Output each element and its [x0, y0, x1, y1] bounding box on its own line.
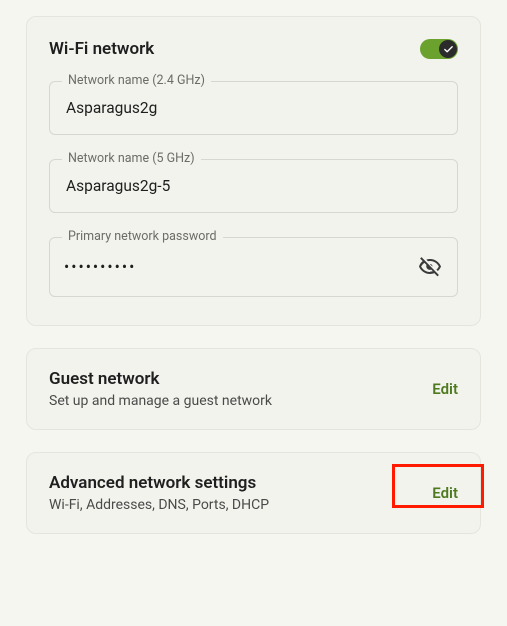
field-label: Primary network password [62, 229, 223, 244]
network-name-24-field[interactable]: Network name (2.4 GHz) [49, 81, 458, 135]
wifi-card-title: Wi-Fi network [49, 39, 154, 59]
guest-card-title: Guest network [49, 369, 272, 389]
advanced-settings-card: Advanced network settings Wi-Fi, Address… [26, 452, 481, 534]
wifi-network-card: Wi-Fi network Network name (2.4 GHz) Net… [26, 16, 481, 326]
network-name-5-field[interactable]: Network name (5 GHz) [49, 159, 458, 213]
check-icon [439, 40, 457, 58]
primary-password-field[interactable]: Primary network password •••••••••• [49, 237, 458, 297]
network-name-24-input[interactable] [64, 98, 443, 118]
visibility-off-icon[interactable] [417, 254, 443, 280]
field-label: Network name (5 GHz) [62, 151, 201, 166]
guest-text-block: Guest network Set up and manage a guest … [49, 369, 272, 409]
password-masked-value: •••••••••• [64, 258, 417, 276]
field-label: Network name (2.4 GHz) [62, 73, 211, 88]
guest-card-subtitle: Set up and manage a guest network [49, 393, 272, 409]
guest-network-card: Guest network Set up and manage a guest … [26, 348, 481, 430]
advanced-edit-button[interactable]: Edit [432, 484, 458, 502]
advanced-card-subtitle: Wi-Fi, Addresses, DNS, Ports, DHCP [49, 497, 269, 513]
network-name-5-input[interactable] [64, 176, 443, 196]
wifi-enable-toggle[interactable] [420, 39, 458, 59]
advanced-text-block: Advanced network settings Wi-Fi, Address… [49, 473, 269, 513]
advanced-card-title: Advanced network settings [49, 473, 269, 493]
guest-edit-button[interactable]: Edit [432, 380, 458, 398]
